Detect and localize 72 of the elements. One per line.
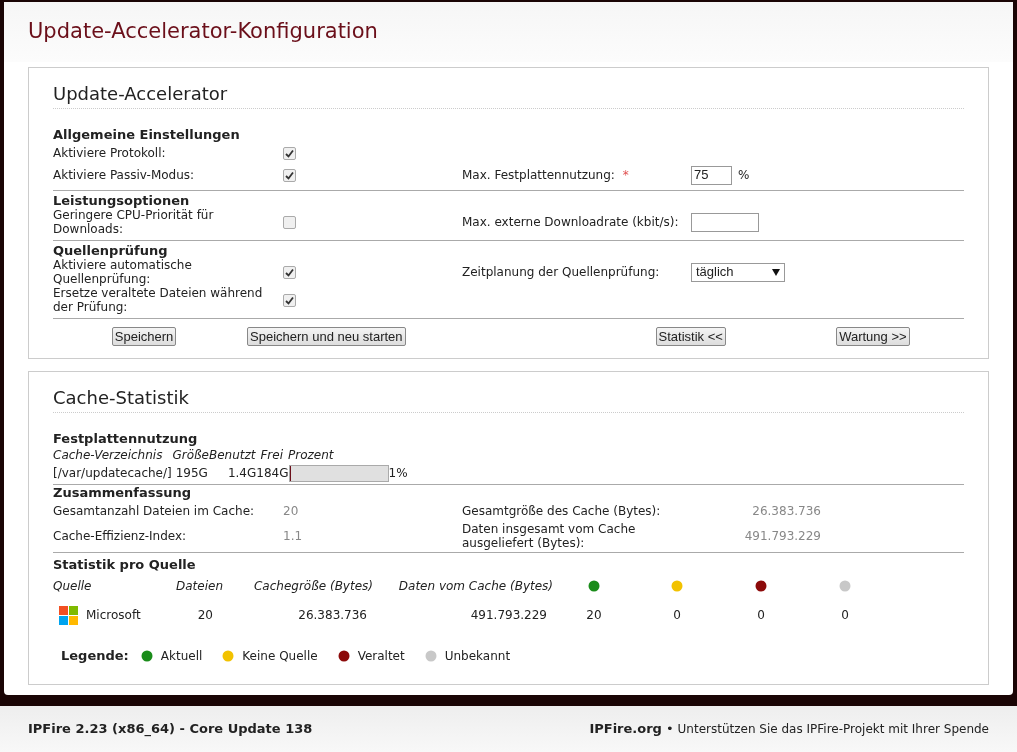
legend-text: Keine Quelle [242, 647, 318, 665]
column-header: Daten vom Cache (Bytes) [397, 578, 553, 595]
column-header: Cachegröße (Bytes) [253, 578, 373, 595]
section-heading: Quellenprüfung [53, 243, 169, 258]
checkbox[interactable] [283, 215, 296, 229]
table-cell-text: 0 [840, 607, 850, 624]
form-button[interactable]: Speichern und neu starten [247, 327, 406, 346]
setting-label: Aktiviere Passiv-Modus: [53, 168, 196, 182]
table-cell-text: 195G [175, 465, 208, 482]
table-cell-text: 0 [672, 607, 682, 624]
column-header: Frei [260, 447, 284, 464]
source-name: Microsoft [86, 607, 141, 624]
section-heading: Zusammenfassung [53, 485, 193, 500]
column-header: Prozent [288, 447, 334, 464]
panel-title: Update-Accelerator [53, 82, 229, 106]
section-heading: Allgemeine Einstellungen [53, 127, 241, 142]
text-field[interactable]: 75 [691, 165, 732, 185]
schedule-dropdown[interactable]: täglich [691, 262, 785, 282]
table-cell-text: 1.4G [227, 465, 257, 482]
table-cell-text: 1% [388, 465, 408, 482]
table-cell-text: 20 [585, 607, 603, 624]
table-cell-text: 491.793.229 [469, 607, 548, 624]
checkbox[interactable] [283, 146, 296, 160]
legend-text: Veraltet [357, 647, 405, 665]
text-field[interactable] [691, 212, 759, 232]
legend-text: Unbekannt [444, 647, 511, 665]
summary-value: 26.383.736 [751, 503, 821, 520]
donation-text: Unterstützen Sie das IPFire-Projekt mit Ihrer Spende [677, 721, 989, 738]
column-header: Größe [172, 447, 209, 464]
setting-label: Aktiviere automatische Quellenprüfung: [53, 258, 193, 286]
summary-value: 20 [283, 503, 300, 520]
summary-label: Daten insgesamt vom Cache ausgeliefert (Bytes): [462, 522, 637, 550]
required-mark: * [622, 167, 629, 184]
column-header: Benutzt [208, 447, 256, 464]
setting-label: Max. Festplattennutzung: [462, 167, 615, 184]
setting-label: Max. externe Downloadrate (kbit/s): [462, 214, 679, 231]
panel-title: Cache-Statistik [53, 386, 190, 410]
summary-label: Gesamtanzahl Dateien im Cache: [53, 503, 256, 520]
form-button[interactable]: Statistik << [655, 327, 726, 346]
setting-label: Geringere CPU-Priorität für Downloads: [53, 208, 215, 236]
legend-text: Aktuell [160, 647, 203, 665]
summary-value: 491.793.229 [743, 528, 821, 545]
separator-text: • [665, 720, 674, 739]
checkbox[interactable] [283, 293, 296, 307]
column-header: Dateien [175, 578, 223, 595]
checkbox[interactable] [283, 265, 296, 279]
legend-label: Legende: [61, 647, 129, 665]
table-cell-text: 184G [256, 465, 289, 482]
page-title: Update-Accelerator-Konfiguration [28, 18, 378, 46]
caret-icon [772, 268, 780, 276]
summary-label: Gesamtgröße des Cache (Bytes): [462, 503, 662, 520]
column-header: Cache-Verzeichnis [53, 447, 163, 464]
column-header: Quelle [53, 578, 93, 595]
unit-text: % [738, 167, 750, 184]
setting-label: Ersetze veraltete Dateien während der Prüfung: [53, 286, 264, 314]
table-cell-text: [/var/updatecache/] [53, 465, 172, 482]
checkbox[interactable] [283, 168, 296, 182]
section-heading: Festplattennutzung [53, 431, 199, 446]
section-heading: Statistik pro Quelle [53, 557, 197, 572]
setting-label: Zeitplanung der Quellenprüfung: [462, 264, 660, 281]
table-cell-text: 26.383.736 [297, 607, 368, 624]
setting-label: Aktiviere Protokoll: [53, 146, 167, 160]
summary-value: 1.1 [283, 528, 304, 545]
section-heading: Leistungsoptionen [53, 193, 191, 208]
table-cell-text: 20 [196, 607, 214, 624]
table-cell-text: 0 [756, 607, 766, 624]
project-link[interactable]: IPFire.org [589, 719, 662, 739]
summary-label: Cache-Effizienz-Index: [53, 528, 188, 545]
form-button[interactable]: Speichern [111, 327, 177, 346]
windows-logo-icon [59, 605, 78, 625]
version-text: IPFire 2.23 (x86_64) - Core Update 138 [28, 720, 313, 739]
form-button[interactable]: Wartung >> [836, 327, 910, 346]
